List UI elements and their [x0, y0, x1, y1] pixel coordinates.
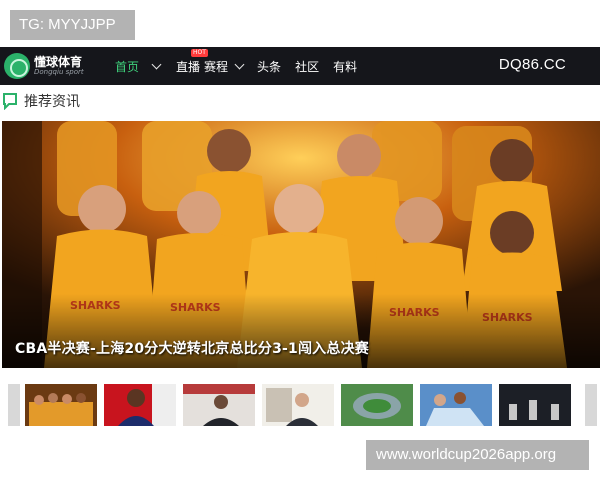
- nav-live[interactable]: 直播 HOT: [176, 48, 208, 75]
- thumbnail-strip: [0, 380, 600, 430]
- nav-schedule[interactable]: 赛程: [204, 58, 228, 75]
- site-logo[interactable]: 懂球体育 Dongqiu sport: [4, 53, 101, 79]
- hero-caption[interactable]: CBA半决赛-上海20分大逆转北京总比分3-1闯入总决赛: [15, 338, 369, 358]
- thumbnail-7[interactable]: [499, 384, 571, 426]
- nav-community[interactable]: 社区: [295, 58, 319, 75]
- thumbnail-3[interactable]: [183, 384, 255, 426]
- chevron-down-icon[interactable]: [234, 59, 245, 69]
- stadium-aerial-thumb: [341, 384, 413, 426]
- watermark-url: www.worldcup2026app.org: [366, 440, 589, 470]
- team-celebration-thumb: [420, 384, 492, 426]
- thumbnail-1[interactable]: [25, 384, 97, 426]
- section-header: 推荐资讯: [0, 89, 80, 113]
- scroll-left-button[interactable]: [8, 384, 20, 426]
- press-conference-thumb: [183, 384, 255, 426]
- top-navbar: 懂球体育 Dongqiu sport 首页 直播 HOT 赛程 头条 社区 有料…: [0, 47, 600, 85]
- logo-name: 懂球体育: [34, 55, 83, 69]
- hero-image: SHARKS SHARKS SHARKS SHARKS: [2, 121, 600, 368]
- award-ceremony-thumb: [499, 384, 571, 426]
- logo-subtitle: Dongqiu sport: [34, 68, 84, 76]
- nav-home[interactable]: 首页: [115, 58, 139, 75]
- message-icon: [3, 93, 17, 110]
- hot-badge: HOT: [191, 48, 208, 57]
- logo-ball-icon: [4, 53, 30, 79]
- logo-text: 懂球体育 Dongqiu sport: [34, 56, 84, 76]
- section-title: 推荐资讯: [24, 94, 80, 110]
- thumbnail-6[interactable]: [420, 384, 492, 426]
- page: TG: MYYJJPP 懂球体育 Dongqiu sport 首页 直播 HOT…: [0, 0, 600, 480]
- thumbnail-4[interactable]: [262, 384, 334, 426]
- team-photo-thumb: [25, 384, 97, 426]
- nav-live-label: 直播: [176, 59, 201, 74]
- coach-interview-thumb: [262, 384, 334, 426]
- chevron-down-icon[interactable]: [151, 59, 162, 69]
- player-portrait-thumb: [104, 384, 176, 426]
- scroll-right-button[interactable]: [585, 384, 597, 426]
- nav-info[interactable]: 有料: [333, 58, 357, 75]
- hero-banner[interactable]: SHARKS SHARKS SHARKS SHARKS CBA半决赛-上海20分…: [2, 121, 600, 368]
- thumbnail-5[interactable]: [341, 384, 413, 426]
- nav-headlines[interactable]: 头条: [257, 58, 281, 75]
- thumbnail-2[interactable]: [104, 384, 176, 426]
- site-domain[interactable]: DQ86.CC: [499, 56, 566, 73]
- tg-tag-overlay: TG: MYYJJPP: [10, 10, 135, 40]
